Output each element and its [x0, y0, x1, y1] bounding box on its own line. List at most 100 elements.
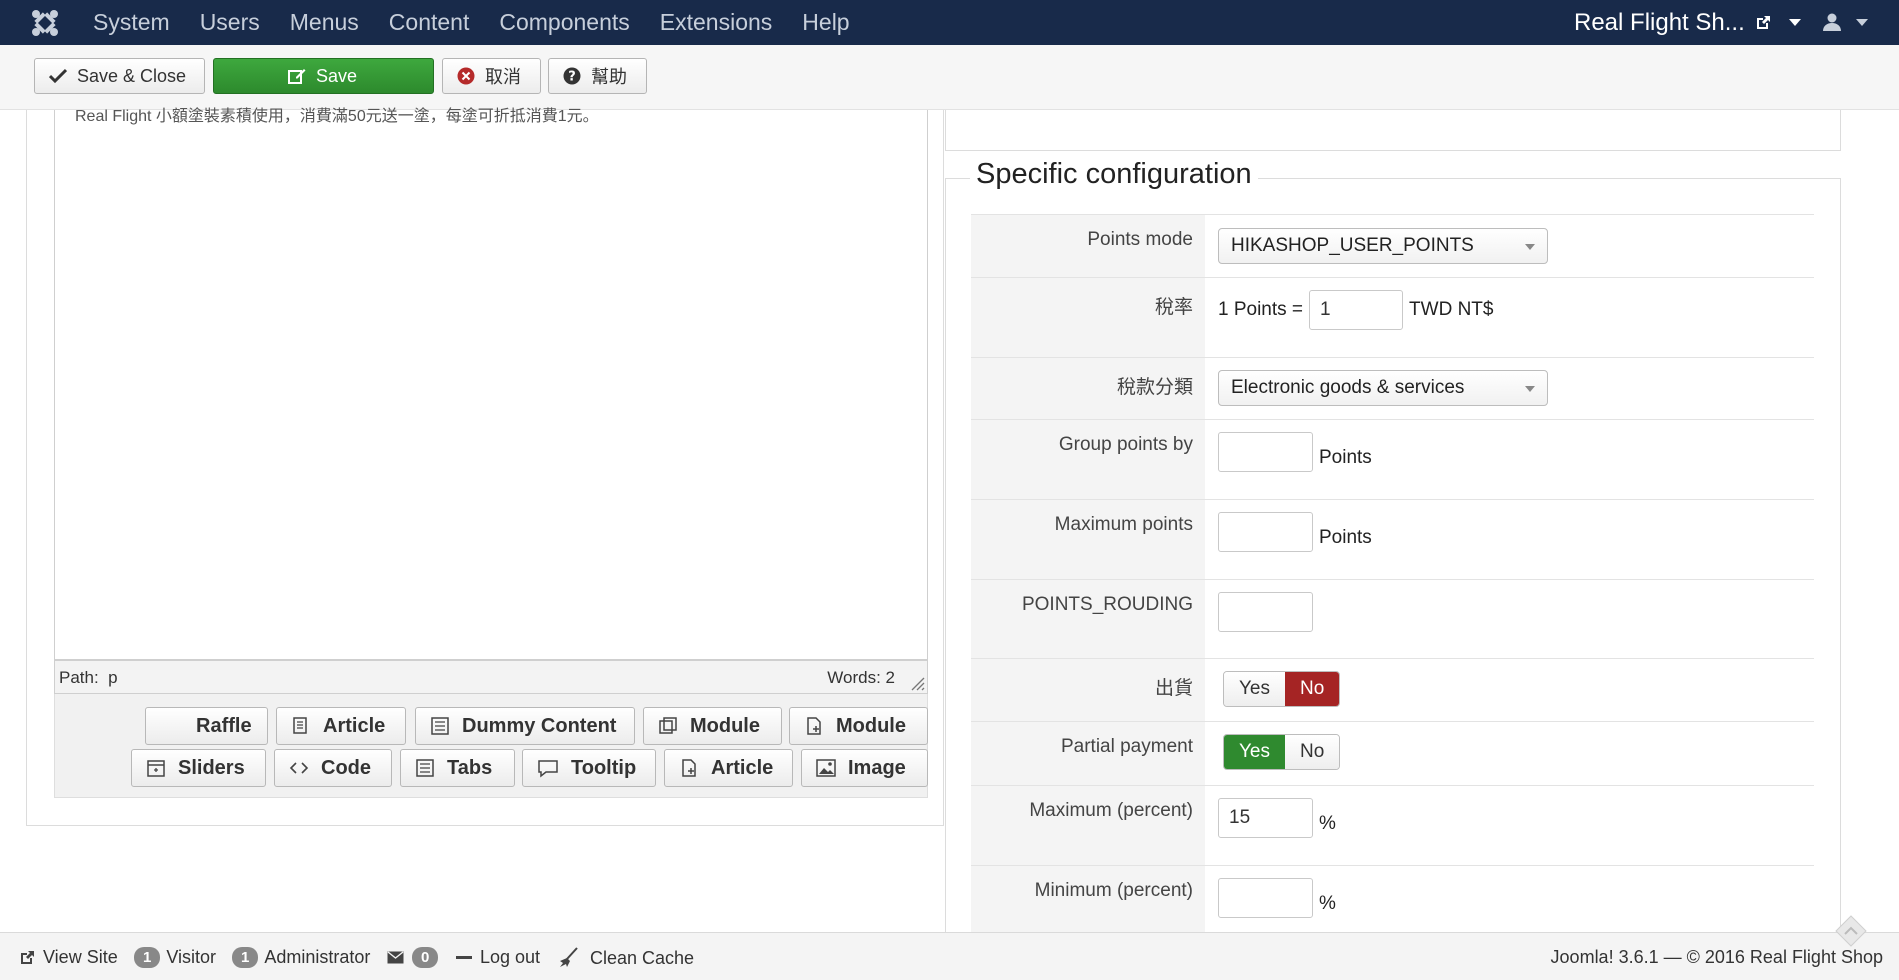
rate-currency: TWD NT$: [1409, 299, 1494, 320]
row-tax-category: 稅款分類 Electronic goods & services: [971, 357, 1814, 419]
tax-category-select[interactable]: Electronic goods & services: [1218, 370, 1548, 406]
article-button[interactable]: Article: [276, 707, 406, 745]
shipping-no-button[interactable]: No: [1285, 672, 1340, 706]
toolbar: Save & Close Save 取消 ? 幫助: [0, 45, 1899, 110]
path-value[interactable]: p: [108, 668, 117, 687]
help-button[interactable]: ? 幫助: [548, 58, 647, 94]
max-percent-label: Maximum (percent): [971, 786, 1205, 865]
save-label: Save: [316, 65, 358, 86]
svg-text:?: ?: [568, 70, 576, 85]
view-site-link[interactable]: View Site: [19, 947, 118, 968]
points-mode-value: HIKASHOP_USER_POINTS: [1231, 235, 1474, 256]
envelope-icon: [387, 951, 404, 964]
cancel-button[interactable]: 取消: [442, 58, 541, 94]
tooltip-button[interactable]: Tooltip: [522, 749, 656, 787]
joomla-logo-icon[interactable]: [30, 8, 60, 38]
help-label: 幫助: [591, 67, 627, 87]
module-icon: [658, 716, 678, 736]
article-anywhere-button[interactable]: Article: [664, 749, 793, 787]
image-button[interactable]: Image: [801, 749, 928, 787]
view-site-label: View Site: [43, 947, 118, 967]
edit-icon: [288, 67, 306, 85]
scroll-top-icon[interactable]: [1834, 914, 1868, 948]
menu-content[interactable]: Content: [389, 0, 470, 45]
admin-label: Administrator: [264, 947, 371, 967]
path-label: Path:: [59, 668, 99, 687]
save-button[interactable]: Save: [213, 58, 434, 94]
rate-prefix: 1 Points =: [1218, 299, 1304, 320]
shipping-yes-button[interactable]: Yes: [1224, 672, 1285, 706]
max-percent-value: 15: [1229, 807, 1251, 828]
top-navbar: System Users Menus Content Components Ex…: [0, 0, 1899, 45]
group-points-input[interactable]: [1218, 432, 1313, 472]
editor-text: Real Flight 小額塗裝素積使用，消費滿50元送一塗，每塗可折抵消費1元…: [75, 108, 599, 125]
module-label: Module: [690, 714, 760, 737]
row-min-percent: Minimum (percent) %: [971, 865, 1814, 932]
editor-content[interactable]: Real Flight 小額塗裝素積使用，消費滿50元送一塗，每塗可折抵消費1元…: [54, 108, 928, 660]
shipping-toggle: Yes No: [1223, 671, 1341, 707]
points-mode-select[interactable]: HIKASHOP_USER_POINTS: [1218, 228, 1548, 264]
site-name: Real Flight Sh...: [1574, 9, 1745, 36]
row-points-mode: Points mode HIKASHOP_USER_POINTS: [971, 214, 1814, 277]
resize-grip-icon[interactable]: [909, 675, 925, 691]
module-button[interactable]: Module: [643, 707, 782, 745]
menu-system[interactable]: System: [93, 0, 170, 45]
sliders-icon: [146, 758, 166, 778]
points-rounding-label: POINTS_ROUDING: [971, 580, 1205, 658]
add-file-icon: [804, 716, 824, 736]
dummy-content-button[interactable]: Dummy Content: [415, 707, 635, 745]
max-points-input[interactable]: [1218, 512, 1313, 552]
minus-icon: [456, 956, 472, 959]
module-anywhere-button[interactable]: Module: [789, 707, 928, 745]
code-label: Code: [321, 756, 371, 779]
raffle-label: Raffle: [196, 714, 252, 737]
broom-icon: [558, 947, 580, 969]
rate-label: 稅率: [971, 278, 1205, 357]
max-percent-unit: %: [1319, 813, 1336, 834]
save-close-button[interactable]: Save & Close: [34, 58, 205, 94]
article-icon: [291, 716, 311, 736]
menu-users[interactable]: Users: [200, 0, 260, 45]
editor-path: Path: p: [59, 668, 118, 688]
code-icon: [289, 758, 309, 778]
code-button[interactable]: Code: [274, 749, 392, 787]
main-menu: System Users Menus Content Components Ex…: [93, 0, 880, 45]
row-partial-payment: Partial payment Yes No: [971, 721, 1814, 785]
cancel-icon: [457, 67, 475, 85]
fieldset-legend: Specific configuration: [970, 158, 1258, 191]
user-icon: [1822, 12, 1842, 32]
comment-icon: [537, 758, 559, 778]
check-icon: [49, 68, 67, 84]
tooltip-label: Tooltip: [571, 756, 637, 779]
sliders-button[interactable]: Sliders: [131, 749, 266, 787]
status-footer: View Site 1 Visitor 1 Administrator 0 Lo…: [0, 932, 1899, 980]
min-percent-input[interactable]: [1218, 878, 1313, 918]
add-file-icon: [679, 758, 699, 778]
word-count: Words: 2: [827, 668, 895, 687]
raffle-button[interactable]: Raffle: [145, 707, 268, 745]
dummy-content-label: Dummy Content: [462, 714, 617, 737]
admin-count-badge: 1: [232, 947, 259, 968]
messages-indicator[interactable]: 0: [387, 947, 444, 968]
user-menu[interactable]: [1822, 12, 1868, 32]
visitor-label: Visitor: [166, 947, 217, 967]
tabs-button[interactable]: Tabs: [400, 749, 515, 787]
visitors-indicator: 1 Visitor: [134, 947, 216, 968]
site-link[interactable]: Real Flight Sh...: [1574, 0, 1801, 45]
menu-menus[interactable]: Menus: [290, 0, 359, 45]
partial-no-button[interactable]: No: [1285, 735, 1340, 769]
partial-yes-button[interactable]: Yes: [1224, 735, 1285, 769]
article-anywhere-label: Article: [711, 756, 774, 779]
rate-value: 1: [1320, 299, 1331, 320]
menu-help[interactable]: Help: [802, 0, 849, 45]
logout-link[interactable]: Log out: [456, 947, 540, 968]
group-points-label: Group points by: [971, 420, 1205, 499]
menu-components[interactable]: Components: [499, 0, 629, 45]
rate-input[interactable]: 1: [1309, 290, 1404, 330]
save-close-label: Save & Close: [77, 65, 187, 86]
max-percent-input[interactable]: 15: [1218, 798, 1313, 838]
chevron-down-icon[interactable]: [1788, 19, 1801, 26]
clean-cache-link[interactable]: Clean Cache: [558, 947, 694, 969]
menu-extensions[interactable]: Extensions: [660, 0, 773, 45]
points-rounding-input[interactable]: [1218, 592, 1313, 632]
